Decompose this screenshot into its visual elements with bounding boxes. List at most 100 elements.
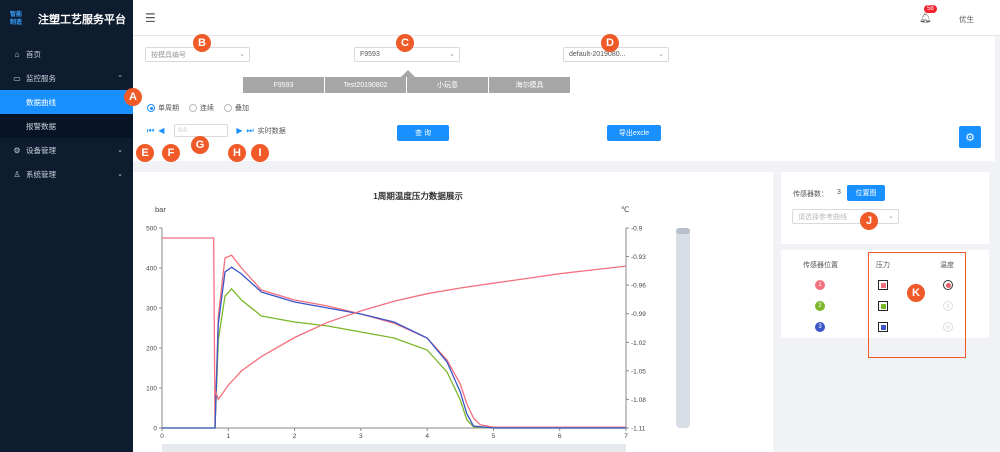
x-tick-label: 1 <box>226 433 230 440</box>
top-header: ☰ 🔔︎ 58 优生 <box>133 0 1000 36</box>
gear-icon: ⚙ <box>13 145 21 155</box>
cycle-input[interactable]: 0.0 <box>174 124 229 137</box>
mode-radio-group: 单周期 连续 叠加 <box>147 103 259 113</box>
header-sensor-position: 传感器位置 <box>803 262 838 269</box>
x-tick-label: 3 <box>359 433 363 440</box>
chevron-down-icon: ⌄ <box>239 51 245 58</box>
x-tick-label: 2 <box>293 433 297 440</box>
radio-continuous[interactable] <box>189 104 197 112</box>
sidebar-item-device[interactable]: ⚙ 设备管理 ⌄ <box>0 138 133 162</box>
annotation-box-k <box>868 252 966 358</box>
settings-icon[interactable]: ⚙ <box>959 126 981 148</box>
y2-tick-label: -0.93 <box>631 254 646 261</box>
annotation-marker-a: A <box>124 88 142 106</box>
y2-tick-label: -1.08 <box>631 397 646 404</box>
skip-first-icon[interactable]: ⏮︎ <box>147 126 154 136</box>
sidebar-subitem-data-curve[interactable]: 数据曲线 <box>0 90 133 114</box>
realtime-label[interactable]: 实时数据 <box>258 126 286 136</box>
monitor-icon: ▭ <box>13 73 21 83</box>
pressure-temperature-chart[interactable]: bar ℃ 0 100 200 300 400 500 -1.11 -1.08 -1.05 -1.02… <box>133 172 773 452</box>
mold-segment-bar: F9593 Test20190802 小玩意 海尔模具 <box>243 77 571 93</box>
app-title: 注塑工艺服务平台 <box>38 14 126 26</box>
mold-code-value: F9593 <box>360 51 380 58</box>
x-tick-label: 7 <box>624 433 628 440</box>
step-back-icon[interactable]: ◀ <box>158 126 164 135</box>
brand-logo: 智能 制造 <box>10 8 32 30</box>
sensor-count-label: 传感器数： <box>793 191 828 198</box>
sensor-3-badge: 3 <box>815 322 825 332</box>
sidebar: 智能 制造 注塑工艺服务平台 ⌂ 首页 ▭ 监控服务 ⌃ 数据曲线 报警数据 ⚙… <box>0 0 133 452</box>
default-select-value: default-2019080... <box>569 51 626 58</box>
sidebar-subitem-alarm-data[interactable]: 报警数据 <box>0 114 133 138</box>
chevron-down-icon: ⌄ <box>658 51 664 58</box>
sidebar-item-system[interactable]: ♙ 系统管理 ⌄ <box>0 162 133 186</box>
sidebar-item-label: 设备管理 <box>26 145 56 155</box>
segment-test20190802[interactable]: Test20190802 <box>325 77 407 93</box>
chart-panel: 1周期温度压力数据展示 bar ℃ 0 100 200 300 400 500 -1.11 -1.… <box>133 172 773 452</box>
brand[interactable]: 智能 制造 注塑工艺服务平台 <box>0 0 133 38</box>
y-tick-label: 300 <box>146 306 157 313</box>
annotation-marker-b: B <box>193 34 211 52</box>
annotation-marker-d: D <box>601 34 619 52</box>
y-tick-label: 500 <box>146 226 157 233</box>
annotation-marker-g: G <box>191 136 209 154</box>
radio-label: 叠加 <box>235 105 249 112</box>
y-tick-label: 0 <box>153 426 157 433</box>
zoom-handle-top <box>676 228 690 234</box>
step-forward-icon[interactable]: ▶ <box>236 126 242 135</box>
series-line-2 <box>162 287 626 429</box>
annotation-marker-i: I <box>251 144 269 162</box>
zoom-slider-vertical <box>676 228 690 428</box>
segment-haier[interactable]: 海尔模具 <box>489 77 571 93</box>
chevron-down-icon: ⌄ <box>117 147 123 154</box>
query-button[interactable]: 查 询 <box>397 125 449 141</box>
segment-f9593[interactable]: F9593 <box>243 77 325 93</box>
bell-icon[interactable]: 🔔︎ <box>919 13 932 24</box>
y-axis-label: bar <box>155 205 166 214</box>
notification-badge: 58 <box>924 5 937 13</box>
sensor-count-panel: 传感器数： 3 位置图 请选择参考曲线 ⌄ <box>781 172 989 244</box>
export-button[interactable]: 导出excle <box>607 125 661 141</box>
user-icon: ♙ <box>13 169 21 179</box>
x-tick-label: 0 <box>160 433 164 440</box>
skip-last-icon[interactable]: ⏭︎ <box>247 126 254 136</box>
radio-single-cycle[interactable] <box>147 104 155 112</box>
sensor-count-value: 3 <box>837 189 841 196</box>
y2-tick-label: -1.05 <box>631 368 646 375</box>
chevron-down-icon: ⌄ <box>888 213 894 220</box>
y2-tick-label: -1.11 <box>631 426 646 433</box>
user-name[interactable]: 优生 <box>959 14 974 25</box>
series-line-4 <box>214 265 627 401</box>
annotation-marker-c: C <box>396 34 414 52</box>
sensor-1-badge: 1 <box>815 280 825 290</box>
radio-label: 单周期 <box>158 105 179 112</box>
reference-curve-select[interactable]: 请选择参考曲线 ⌄ <box>792 209 899 224</box>
sidebar-item-label: 系统管理 <box>26 169 56 179</box>
annotation-marker-k: K <box>907 284 925 302</box>
menu-toggle-icon[interactable]: ☰ <box>145 11 156 25</box>
x-tick-label: 4 <box>425 433 429 440</box>
series-line-3 <box>162 266 626 429</box>
y2-tick-label: -0.96 <box>631 283 646 290</box>
filter-panel: 按模具编号 ⌄ F9593 ⌄ default-2019080... ⌄ F95… <box>133 36 995 161</box>
y2-tick-label: -0.9 <box>631 226 643 233</box>
radio-overlay[interactable] <box>224 104 232 112</box>
x-tick-label: 6 <box>558 433 562 440</box>
x-tick-label: 5 <box>492 433 496 440</box>
segment-xiaowanyi[interactable]: 小玩意 <box>407 77 489 93</box>
radio-label: 连续 <box>200 105 214 112</box>
sidebar-item-monitor[interactable]: ▭ 监控服务 ⌃ <box>0 66 133 90</box>
segment-pointer <box>401 70 415 77</box>
annotation-marker-j: J <box>860 212 878 230</box>
annotation-marker-h: H <box>228 144 246 162</box>
sidebar-item-home[interactable]: ⌂ 首页 <box>0 42 133 66</box>
chevron-up-icon: ⌃ <box>117 75 123 82</box>
annotation-marker-e: E <box>136 144 154 162</box>
chevron-down-icon: ⌄ <box>449 51 455 58</box>
logo-text-1: 智能 <box>10 12 23 18</box>
y2-tick-label: -0.99 <box>631 311 646 318</box>
position-map-button[interactable]: 位置图 <box>847 185 885 201</box>
y-tick-label: 400 <box>146 266 157 273</box>
sensor-2-badge: 2 <box>815 301 825 311</box>
zoom-slider-horizontal <box>162 444 626 452</box>
